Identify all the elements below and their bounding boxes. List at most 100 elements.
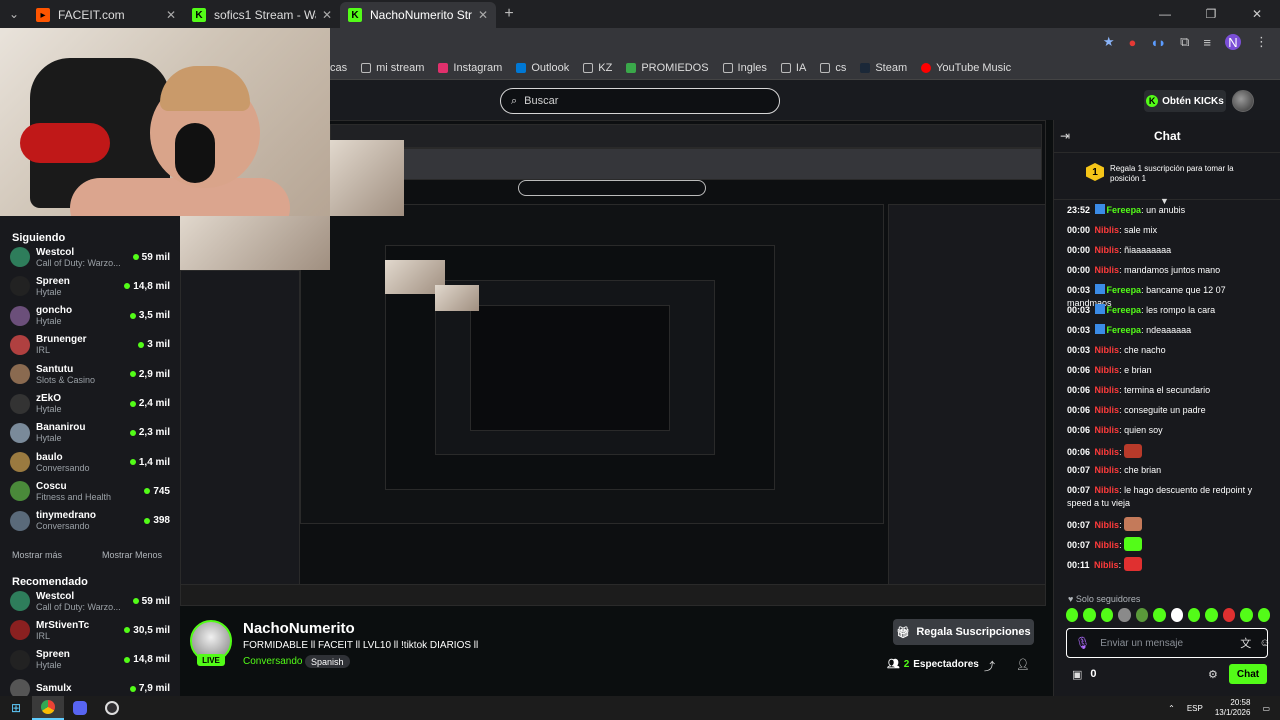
send-chat-button[interactable]: Chat [1229,664,1267,684]
tab-close-icon[interactable]: ✕ [166,8,176,22]
sidebar-channel-item[interactable]: Westcol Call of Duty: Warzo... 59 mil [10,587,170,615]
channel-name[interactable]: NachoNumerito [243,620,355,637]
message-username[interactable]: Niblis [1095,245,1120,255]
emoji-icon[interactable]: ☺ [1259,637,1270,649]
sidebar-channel-item[interactable]: Brunenger IRL 3 mil [10,331,170,359]
emote-shortcut-icon[interactable] [1205,608,1218,622]
bookmark-item[interactable]: Outlook [516,62,569,74]
show-more-link[interactable]: Mostrar más [12,550,62,560]
emote-shortcut-icon[interactable] [1153,608,1166,622]
message-username[interactable]: Niblis [1094,560,1119,570]
chat-input-box[interactable]: 🎙︎ 文 ☺ [1066,628,1270,658]
bookmark-star-icon[interactable]: ★ [1103,34,1115,50]
message-username[interactable]: Fereepa [1107,205,1142,215]
share-icon[interactable]: ⤴ [984,658,995,674]
language-indicator[interactable]: ESP [1187,704,1203,713]
extension-red-icon[interactable]: ● [1129,35,1137,50]
message-username[interactable]: Niblis [1095,540,1120,550]
sidebar-channel-item[interactable]: Spreen Hytale 14,8 mil [10,272,170,300]
message-username[interactable]: Niblis [1095,365,1120,375]
bookmark-item[interactable]: KZ [583,62,612,74]
message-username[interactable]: Niblis [1095,485,1120,495]
tab-search-icon[interactable]: ⌄ [0,0,28,28]
discord-taskbar-icon[interactable] [64,696,96,720]
chat-settings-icon[interactable]: ⚙ [1208,668,1218,681]
message-username[interactable]: Niblis [1095,465,1120,475]
emote-shortcut-icon[interactable] [1100,608,1114,622]
language-tag[interactable]: Spanish [305,655,350,668]
profile-avatar[interactable]: N [1225,34,1241,50]
emote-shortcut-icon[interactable] [1083,608,1096,622]
tab-nachonumerito[interactable]: K NachoNumerito Stream - Watch ✕ [340,2,496,28]
new-tab-button[interactable]: + [496,5,522,23]
bookmark-item[interactable]: Steam [860,62,907,74]
sidebar-channel-item[interactable]: goncho Hytale 3,5 mil [10,302,170,330]
message-username[interactable]: Niblis [1095,385,1120,395]
message-username[interactable]: Fereepa [1107,325,1142,335]
microphone-icon[interactable]: 🎙︎ [1075,636,1090,650]
tray-chevron-icon[interactable]: ⌃ [1168,704,1175,713]
emote-shortcut-icon[interactable] [1135,608,1149,622]
notification-icon[interactable]: ▭ [1262,704,1270,713]
browser-menu-icon[interactable]: ⋮ [1255,34,1268,50]
emote-shortcut-icon[interactable] [1240,608,1253,622]
emote-shortcut-icon[interactable] [1118,608,1131,622]
bookmark-item[interactable]: PROMIEDOS [626,62,709,74]
sidebar-channel-item[interactable]: Spreen Hytale 14,8 mil [10,646,170,674]
message-username[interactable]: Niblis [1095,345,1120,355]
gift-subscriptions-button[interactable]: 🎁︎ Regala Suscripciones [893,619,1034,645]
bookmark-item[interactable]: cs [820,62,846,74]
message-username[interactable]: Niblis [1095,405,1120,415]
show-less-link[interactable]: Mostrar Menos [102,550,162,560]
message-username[interactable]: Fereepa [1107,285,1142,295]
tab-sofics1[interactable]: K sofics1 Stream - Watch Live on ✕ [184,2,340,28]
message-username[interactable]: Fereepa [1107,305,1142,315]
minimize-icon[interactable]: — [1142,7,1188,21]
tab-faceit[interactable]: ▸ FACEIT.com ✕ [28,2,184,28]
bookmark-item[interactable]: YouTube Music [921,62,1011,74]
sidebar-channel-item[interactable]: Coscu Fitness and Health 745 [10,477,170,505]
sidebar-channel-item[interactable]: zEkO Hytale 2,4 mil [10,390,170,418]
message-username[interactable]: Niblis [1095,425,1120,435]
message-username[interactable]: Niblis [1095,265,1120,275]
sidebar-channel-item[interactable]: Bananirou Hytale 2,3 mil [10,419,170,447]
user-avatar[interactable] [1232,90,1254,112]
bookmark-item[interactable]: mi stream [361,62,424,74]
message-username[interactable]: Niblis [1095,225,1120,235]
collapse-chat-icon[interactable]: ⇥ [1060,129,1070,143]
tab-close-icon[interactable]: ✕ [478,8,488,22]
emote-shortcut-icon[interactable] [1187,608,1201,622]
close-window-icon[interactable]: ✕ [1234,7,1280,21]
windows-start-icon[interactable]: ⊞ [0,696,32,720]
emote-shortcut-icon[interactable] [1257,608,1271,622]
tab-close-icon[interactable]: ✕ [322,8,332,22]
media-control-icon[interactable]: ≡ [1203,35,1211,50]
sidebar-channel-item[interactable]: Santutu Slots & Casino 2,9 mil [10,360,170,388]
bookmark-item[interactable]: IA [780,62,806,74]
chat-input[interactable] [1100,637,1233,649]
obs-taskbar-icon[interactable] [96,696,128,720]
emote-shortcut-icon[interactable] [1170,608,1183,622]
sidebar-channel-item[interactable]: baulo Conversando 1,4 mil [10,448,170,476]
bookmark-item[interactable]: cas [330,62,347,74]
sidebar-channel-item[interactable]: MrStivenTc IRL 30,5 mil [10,616,170,644]
gift-counter[interactable]: ▣ 0 [1072,668,1097,681]
bookmark-item[interactable]: Ingles [722,62,767,74]
translate-icon[interactable]: 文 [1240,635,1251,651]
get-kicks-button[interactable]: K Obtén KICKs [1144,90,1226,112]
extension-audio-icon[interactable]: ◖◗ [1150,35,1166,50]
clock[interactable]: 20:58 13/1/2026 [1215,698,1251,718]
stream-category[interactable]: Conversando [243,656,302,667]
bookmark-item[interactable]: Instagram [438,62,502,74]
emote-shortcut-icon[interactable] [1066,608,1079,622]
search-bar[interactable]: ⌕ Buscar [500,88,780,114]
extensions-puzzle-icon[interactable]: ⧉ [1180,34,1189,50]
chrome-taskbar-icon[interactable] [32,696,64,720]
user-options-icon[interactable]: 👤︎ [1016,658,1030,671]
message-username[interactable]: Niblis [1095,520,1120,530]
emote-shortcut-icon[interactable] [1222,608,1236,622]
maximize-icon[interactable]: ❐ [1188,7,1234,21]
message-username[interactable]: Niblis [1095,447,1120,457]
sidebar-channel-item[interactable]: Westcol Call of Duty: Warzo... 59 mil [10,243,170,271]
sidebar-channel-item[interactable]: tinymedrano Conversando 398 [10,507,170,535]
